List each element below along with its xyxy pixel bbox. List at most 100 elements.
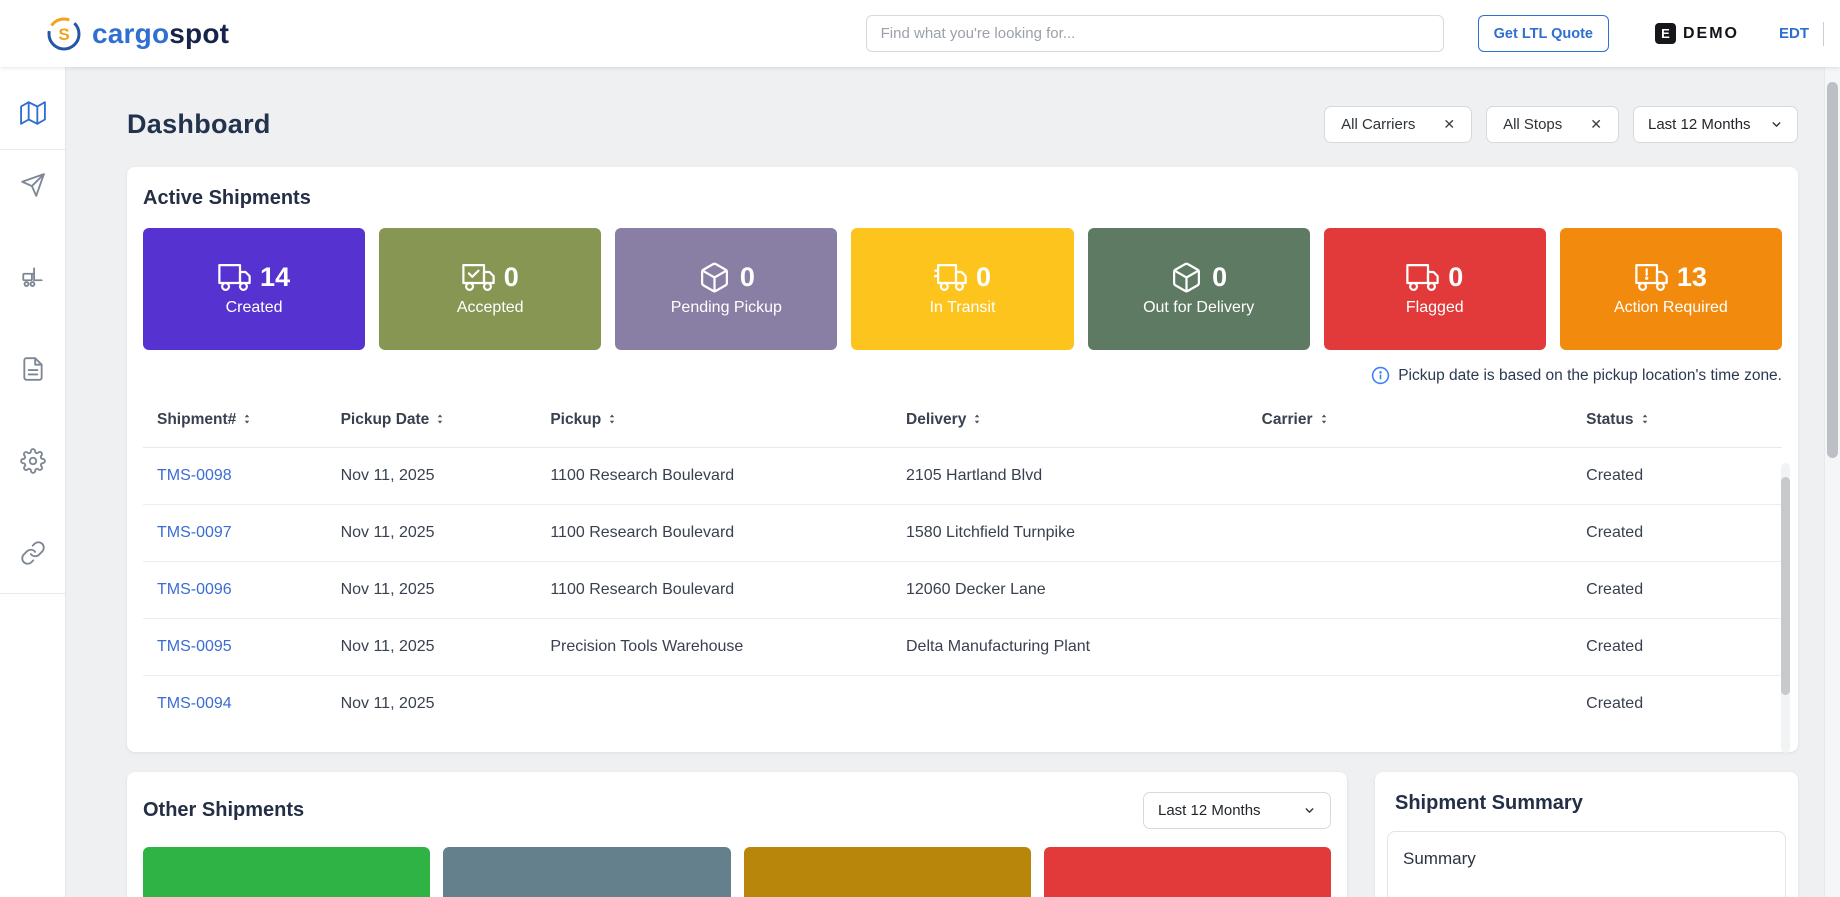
search-input[interactable]: [865, 15, 1444, 52]
table-scrollbar[interactable]: [1781, 463, 1790, 753]
delivery-cell: 2105 Hartland Blvd: [906, 467, 1043, 484]
shipment-link[interactable]: TMS-0097: [157, 524, 232, 541]
shipment-link[interactable]: TMS-0095: [157, 638, 232, 655]
pickup-cell: [536, 676, 892, 733]
pickup-cell: Precision Tools Warehouse: [550, 638, 744, 655]
pickup-timezone-note-text: Pickup date is based on the pickup locat…: [1398, 366, 1782, 384]
status-cell: Created: [1586, 638, 1644, 655]
package-open-icon: [1173, 262, 1201, 293]
stat-action-required[interactable]: 13 Action Required: [1559, 228, 1782, 350]
period-select-value: Last 12 Months: [1648, 115, 1751, 133]
shipment-link[interactable]: TMS-0098: [157, 467, 232, 484]
timezone-label[interactable]: EDT: [1779, 25, 1809, 42]
pickup-cell: 1100 Research Boulevard: [550, 467, 735, 484]
brand-logo[interactable]: S cargospot: [46, 16, 229, 52]
sidebar-item-equipment[interactable]: [11, 255, 55, 299]
column-header-carrier[interactable]: Carrier: [1248, 393, 1573, 448]
get-ltl-quote-button[interactable]: Get LTL Quote: [1477, 15, 1609, 52]
stat-created-value: 14: [260, 262, 291, 292]
truck-alert-icon: [1635, 264, 1668, 291]
settings-gear-icon: [19, 448, 46, 474]
shipment-summary-title: Shipment Summary: [1395, 792, 1583, 814]
table-row[interactable]: TMS-0097 Nov 11, 2025 1100 Research Boul…: [143, 504, 1782, 562]
sidebar-item-track[interactable]: [11, 163, 55, 207]
table-row[interactable]: TMS-0096 Nov 11, 2025 1100 Research Boul…: [143, 561, 1782, 619]
other-stat-card-4[interactable]: [1043, 847, 1331, 897]
sidebar-item-invoices[interactable]: [11, 347, 55, 391]
status-cell: Created: [1586, 581, 1644, 598]
stat-in-transit[interactable]: 0 In Transit: [851, 228, 1074, 350]
column-header-pickup-date[interactable]: Pickup Date: [327, 393, 537, 448]
package-icon: [700, 262, 728, 293]
sidebar-item-settings[interactable]: [11, 439, 55, 483]
table-row[interactable]: TMS-0094 Nov 11, 2025 Created: [143, 675, 1782, 733]
dashboard-filters: All Carriers ✕ All Stops ✕ Last 12 Month…: [1324, 105, 1798, 143]
sidebar-item-map[interactable]: [11, 91, 55, 135]
stat-accepted-value: 0: [503, 262, 519, 292]
status-stat-cards: 14 Created 0 Accepted 0 Pending Pickup 0…: [143, 228, 1782, 350]
map-icon: [19, 101, 46, 125]
clear-stops-icon[interactable]: ✕: [1590, 116, 1602, 133]
stops-filter-chip[interactable]: All Stops ✕: [1486, 105, 1619, 143]
clear-carriers-icon[interactable]: ✕: [1443, 116, 1455, 133]
link-icon: [20, 541, 45, 565]
shipments-table: Shipment# Pickup Date Pickup Delivery Ca…: [143, 393, 1782, 732]
stat-pending-pickup[interactable]: 0 Pending Pickup: [615, 228, 838, 350]
sort-icon: [1642, 414, 1647, 424]
carriers-filter-chip[interactable]: All Carriers ✕: [1324, 105, 1473, 143]
chevron-down-icon: [1772, 121, 1781, 127]
stat-out-for-delivery-label: Out for Delivery: [1143, 299, 1255, 316]
stat-in-transit-label: In Transit: [929, 299, 996, 316]
invoice-icon: [22, 357, 43, 381]
shipment-link[interactable]: TMS-0094: [157, 695, 232, 712]
other-shipments-period-value: Last 12 Months: [1158, 802, 1261, 819]
carrier-cell: [1248, 448, 1573, 505]
column-header-shipment[interactable]: Shipment#: [143, 393, 327, 448]
sort-icon: [609, 414, 615, 424]
header-divider: [1823, 21, 1824, 46]
column-header-status[interactable]: Status: [1572, 393, 1782, 448]
svg-text:S: S: [58, 25, 69, 44]
page-scrollbar[interactable]: [1824, 67, 1840, 897]
other-shipments-period-select[interactable]: Last 12 Months: [1143, 792, 1331, 829]
main-content: Dashboard All Carriers ✕ All Stops ✕ Las…: [66, 67, 1824, 897]
carrier-cell: [1248, 505, 1573, 562]
pickup-cell: 1100 Research Boulevard: [550, 524, 735, 541]
sidebar: [0, 67, 66, 897]
truck-check-icon: [461, 264, 495, 291]
pickup-timezone-note: Pickup date is based on the pickup locat…: [143, 366, 1782, 385]
table-header-row: Shipment# Pickup Date Pickup Delivery Ca…: [143, 393, 1782, 448]
stat-accepted-label: Accepted: [456, 299, 524, 316]
stat-pending-pickup-value: 0: [739, 262, 755, 292]
other-stat-card-3[interactable]: [743, 847, 1031, 897]
other-shipments-card: Other Shipments Last 12 Months: [127, 772, 1347, 897]
demo-badge: E DEMO: [1655, 23, 1739, 44]
table-scrollbar-thumb[interactable]: [1781, 477, 1790, 695]
stat-flagged[interactable]: 0 Flagged: [1323, 228, 1546, 350]
shipment-link[interactable]: TMS-0096: [157, 581, 232, 598]
column-header-pickup[interactable]: Pickup: [536, 393, 892, 448]
period-select[interactable]: Last 12 Months: [1633, 105, 1798, 143]
sort-icon: [1321, 414, 1326, 424]
table-row[interactable]: TMS-0095 Nov 11, 2025 Precision Tools Wa…: [143, 618, 1782, 676]
page-scrollbar-thumb[interactable]: [1827, 82, 1838, 458]
column-header-delivery[interactable]: Delivery: [892, 393, 1248, 448]
pickup-date-cell: Nov 11, 2025: [340, 524, 435, 541]
send-icon: [20, 173, 45, 197]
page-title: Dashboard: [127, 108, 271, 139]
stat-out-for-delivery[interactable]: 0 Out for Delivery: [1087, 228, 1310, 350]
truck-flag-icon: [1406, 264, 1439, 291]
stat-created[interactable]: 14 Created: [143, 228, 366, 350]
stops-filter-label: All Stops: [1503, 115, 1563, 133]
stat-in-transit-value: 0: [975, 262, 991, 292]
stat-accepted[interactable]: 0 Accepted: [379, 228, 602, 350]
sidebar-item-integrations[interactable]: [11, 531, 55, 575]
other-stat-card-2[interactable]: [443, 847, 731, 897]
sort-icon: [244, 414, 250, 424]
stat-created-label: Created: [225, 299, 283, 316]
forklift-icon: [21, 267, 43, 287]
pickup-date-cell: Nov 11, 2025: [340, 581, 435, 598]
other-stat-card-1[interactable]: [143, 847, 431, 897]
table-row[interactable]: TMS-0098 Nov 11, 2025 1100 Research Boul…: [143, 448, 1782, 505]
truck-loading-icon: [218, 264, 251, 291]
